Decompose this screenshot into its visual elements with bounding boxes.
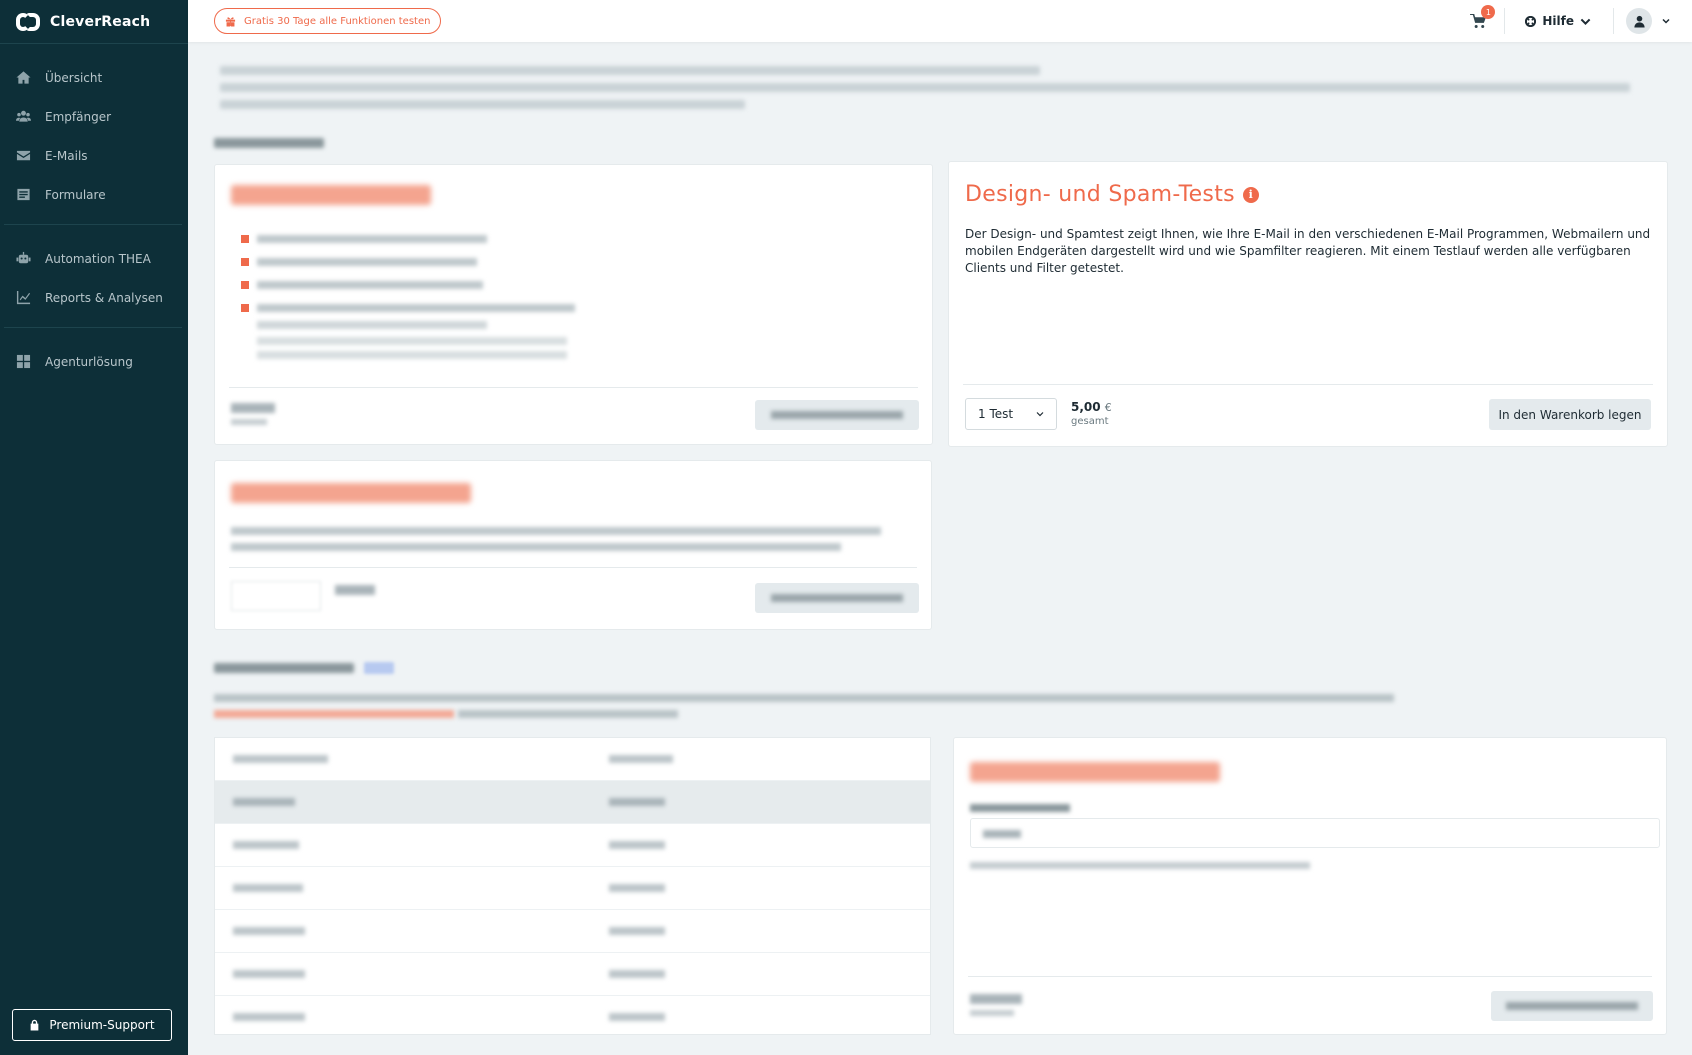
lock-icon [31, 1019, 39, 1031]
user-menu[interactable] [1614, 0, 1692, 42]
avatar [1626, 8, 1652, 34]
sidebar-item-empfaenger[interactable]: Empfänger [4, 97, 182, 136]
add-to-cart-button-blurred[interactable] [755, 583, 919, 613]
price-blurred [970, 994, 1022, 1004]
table-row[interactable] [215, 996, 930, 1039]
help-label: Hilfe [1542, 14, 1574, 28]
sidebar-item-uebersicht[interactable]: Übersicht [4, 58, 182, 97]
chevron-down-icon [1662, 18, 1670, 24]
sidebar-item-label: E-Mails [45, 148, 88, 163]
design-spam-title: Design- und Spam-Tests i [965, 182, 1259, 207]
info-icon[interactable]: i [1242, 186, 1259, 203]
price-amount: 5,00 [1071, 400, 1101, 414]
feature-list-blurred [241, 227, 575, 359]
sidebar-item-agenturloesung[interactable]: Agenturlösung [4, 342, 182, 381]
quantity-select-blurred[interactable] [231, 581, 321, 611]
card-footer [968, 976, 1652, 977]
price-label: gesamt [1071, 416, 1109, 427]
email-count-input-blurred[interactable] [970, 818, 1660, 848]
list-item [241, 296, 575, 319]
grid-icon [16, 354, 31, 369]
table-row[interactable] [215, 953, 930, 996]
brand-name: CleverReach [50, 13, 151, 30]
add-to-cart-button-blurred[interactable] [755, 400, 919, 430]
premium-support-button[interactable]: Premium-Support [12, 1009, 172, 1041]
card-footer [963, 384, 1653, 385]
price-total: 5,00 € gesamt [1071, 400, 1112, 427]
top-right-controls: 1 Hilfe [1458, 0, 1692, 42]
sidebar-item-emails[interactable]: E-Mails [4, 136, 182, 175]
cart-button[interactable]: 1 [1458, 0, 1498, 42]
lifebuoy-icon [1525, 15, 1537, 27]
trial-button[interactable]: Gratis 30 Tage alle Funktionen testen [214, 8, 442, 34]
transactional-section-heading-blurred [214, 662, 394, 674]
sidebar-item-label: Agenturlösung [45, 354, 133, 369]
price-currency: € [1104, 401, 1112, 414]
select-value: 1 Test [978, 407, 1014, 421]
cleverreach-logo-icon [16, 12, 42, 31]
sidebar-item-reports[interactable]: Reports & Analysen [4, 278, 182, 317]
sidebar-item-label: Übersicht [45, 70, 103, 85]
card-title: Design- und Spam-Tests [965, 182, 1235, 207]
user-icon [1633, 15, 1645, 28]
users-icon [16, 110, 31, 122]
form-icon [17, 188, 30, 201]
list-item [241, 227, 575, 250]
premium-support-card [214, 164, 933, 445]
home-icon [16, 71, 31, 84]
gift-icon [225, 16, 236, 27]
sidebar-item-label: Empfänger [45, 109, 112, 124]
trial-button-label: Gratis 30 Tage alle Funktionen testen [244, 15, 431, 27]
sidebar-item-label: Reports & Analysen [45, 290, 163, 305]
logo[interactable]: CleverReach [0, 0, 188, 44]
premium-support-label: Premium-Support [49, 1018, 155, 1032]
help-menu[interactable]: Hilfe [1505, 0, 1613, 42]
sidebar-item-label: Formulare [45, 187, 106, 202]
robot-icon [16, 251, 31, 264]
add-to-cart-button[interactable]: In den Warenkorb legen [1489, 399, 1651, 430]
card-footer [229, 567, 917, 568]
cart-count-badge: 1 [1481, 5, 1496, 19]
envelope-icon [16, 150, 31, 161]
nav-group-automation: Automation THEA Reports & Analysen [4, 225, 182, 328]
transactional-pricing-table [214, 737, 931, 1035]
chevron-down-icon [1036, 412, 1044, 417]
test-quantity-select[interactable]: 1 Test [965, 398, 1057, 430]
design-spam-description: Der Design- und Spamtest zeigt Ihnen, wi… [965, 227, 1651, 275]
list-item [241, 273, 575, 296]
intro-text-blurred [220, 62, 1640, 109]
table-header [215, 738, 930, 781]
table-row[interactable] [215, 867, 930, 910]
list-item [241, 250, 575, 273]
chevron-down-icon [1580, 18, 1591, 25]
sidebar-item-automation-thea[interactable]: Automation THEA [4, 239, 182, 278]
sidebar-item-formulare[interactable]: Formulare [4, 175, 182, 214]
table-row[interactable] [215, 824, 930, 867]
table-row[interactable] [215, 781, 930, 824]
card-title-blurred [970, 762, 1220, 782]
table-row[interactable] [215, 910, 930, 953]
blurred-test-card [214, 460, 932, 630]
price-blurred [231, 403, 275, 413]
section-heading-blurred [214, 138, 324, 148]
add-to-cart-button-blurred[interactable] [1491, 991, 1653, 1021]
card-title-blurred [231, 483, 471, 503]
card-footer [229, 387, 918, 388]
sidebar: CleverReach Übersicht Empfänger E-Mails … [0, 0, 188, 1055]
nav-group-main: Übersicht Empfänger E-Mails Formulare [4, 44, 182, 225]
card-title-blurred [231, 185, 431, 205]
sidebar-item-label: Automation THEA [45, 251, 151, 266]
nav-group-agency: Agenturlösung [4, 328, 182, 391]
design-spam-tests-card: Design- und Spam-Tests i Der Design- und… [948, 161, 1668, 447]
transactional-emails-card [953, 737, 1667, 1035]
chart-icon [16, 290, 31, 305]
top-bar: Gratis 30 Tage alle Funktionen testen 1 … [188, 0, 1692, 42]
